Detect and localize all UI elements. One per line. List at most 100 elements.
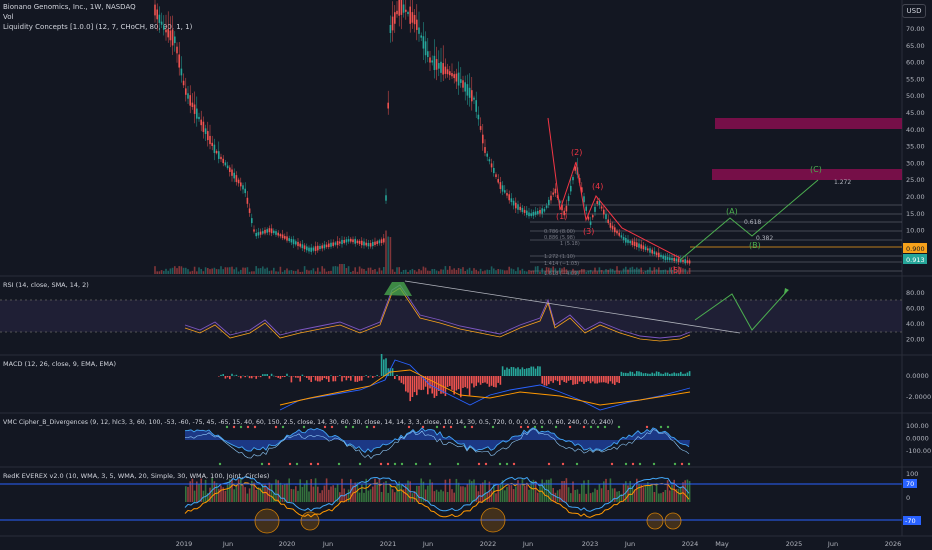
macd-bar: [288, 375, 290, 377]
vmc-axis: 100.00 0.0000 -100.00: [906, 422, 931, 455]
redk-bar: [374, 478, 376, 502]
macd-bar: [264, 374, 266, 376]
macd-bar: [576, 376, 579, 384]
vmc-dot: [316, 462, 320, 466]
redk-bar: [218, 488, 220, 502]
vmc-dot: [351, 425, 355, 429]
redk-bar: [244, 487, 246, 502]
volume-bar: [633, 268, 636, 274]
redk-title[interactable]: RedK EVEREX v2.0 (10, WMA, 3, 5, WMA, 20…: [3, 472, 269, 480]
candle-body: [629, 241, 631, 244]
candle-body: [570, 185, 572, 192]
redk-top-badge-text: 70: [906, 480, 914, 488]
redk-bar: [328, 489, 330, 502]
volume-bar: [422, 266, 425, 274]
volume-bar: [457, 267, 460, 274]
macd-bar: [534, 368, 537, 376]
redk-bar: [341, 478, 343, 502]
redk-bar: [581, 483, 583, 502]
macd-bar: [262, 374, 264, 376]
macd-bar: [583, 376, 585, 384]
vmc-dot: [484, 462, 488, 466]
macd-bar: [537, 366, 539, 376]
redk-bar: [438, 491, 440, 502]
redk-bar: [499, 483, 502, 502]
wave-3-label: (3): [583, 227, 594, 236]
volume-bar: [407, 271, 409, 274]
volume-bar: [583, 269, 585, 274]
volume-bar: [688, 267, 691, 274]
candle-body: [446, 69, 449, 75]
macd-bar: [611, 376, 614, 384]
volume-bars: [154, 230, 691, 274]
candle-body: [398, 0, 400, 16]
macd-bar: [559, 376, 561, 385]
vmc-dot: [596, 425, 600, 429]
price-tick-label: 55.00: [906, 75, 925, 83]
macd-bar: [396, 374, 398, 376]
vmc-dot: [533, 425, 537, 429]
redk-bar: [255, 489, 257, 502]
candle-body: [323, 244, 326, 249]
macd-histogram: [218, 353, 691, 411]
volume-bar: [537, 266, 539, 274]
macd-bar: [345, 376, 348, 381]
candle-body: [367, 242, 370, 247]
volume-bar: [446, 269, 449, 274]
redk-bar: [682, 482, 684, 502]
macd-bar: [594, 376, 596, 384]
candle-body: [468, 87, 471, 98]
macd-title[interactable]: MACD (12, 26, close, 9, EMA, EMA): [3, 360, 116, 368]
candle-body: [644, 246, 647, 250]
redk-bar: [501, 480, 504, 502]
candle-body: [521, 207, 524, 212]
volume-bar: [655, 269, 658, 274]
volume-bar: [345, 268, 348, 274]
vmc-dot: [540, 425, 544, 429]
vmc-dot: [407, 425, 411, 429]
volume-bar: [193, 266, 196, 274]
volume-bar: [354, 267, 356, 274]
candle-body: [182, 80, 185, 86]
redk-bar: [614, 488, 616, 502]
chart-canvas[interactable]: 70.00 65.00 60.00 55.00 50.00 45.00 40.00 35.00…: [0, 0, 932, 550]
volume-bar: [594, 267, 596, 274]
candle-body: [202, 121, 205, 132]
macd-bar: [642, 373, 645, 376]
vmc-title[interactable]: VMC Cipher_B_Divergences (9, 12, hlc3, 3…: [3, 419, 613, 426]
volume-bar: [629, 267, 631, 274]
volume-bar: [169, 268, 172, 274]
redk-bar: [383, 482, 385, 502]
redk-bar: [286, 483, 288, 502]
candle-body: [658, 252, 660, 258]
vmc-dot: [638, 462, 642, 466]
redk-bar: [664, 489, 667, 502]
macd-bar: [574, 376, 576, 385]
redk-bar: [376, 482, 378, 502]
macd-bar: [244, 376, 246, 378]
vmc-dot: [379, 462, 383, 466]
candle-body: [620, 235, 623, 238]
vmc-dot: [512, 462, 516, 466]
volume-bar: [281, 271, 284, 274]
vmc-dot: [554, 425, 558, 429]
candle-body: [339, 241, 341, 244]
rsi-title[interactable]: RSI (14, close, SMA, 14, 2): [3, 281, 89, 289]
redk-bar: [627, 485, 629, 502]
vmc-dot: [281, 425, 285, 429]
candle-body: [640, 244, 642, 249]
macd-bar: [257, 376, 260, 377]
macd-bar: [286, 373, 288, 376]
macd-bar: [431, 376, 433, 394]
volume-bar: [308, 270, 310, 274]
macd-bar: [376, 374, 378, 376]
redk-bar: [229, 479, 231, 502]
redk-bar: [574, 489, 576, 502]
volume-bar: [666, 270, 669, 274]
time-tick-label: Jun: [624, 540, 635, 548]
redk-bar: [240, 478, 242, 502]
candle-body: [229, 167, 231, 172]
volume-bar: [295, 271, 297, 274]
redk-bar: [512, 489, 515, 502]
macd-bar: [614, 376, 616, 385]
